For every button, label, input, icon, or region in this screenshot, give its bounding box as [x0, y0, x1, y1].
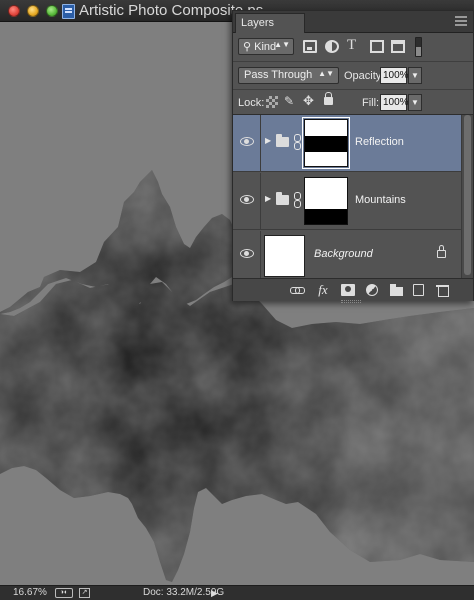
adjustment-icon[interactable]: [366, 284, 378, 296]
tab-layers-label: Layers: [241, 17, 275, 29]
close-window-button[interactable]: [8, 5, 20, 17]
layer-mask-thumbnail[interactable]: [302, 117, 350, 169]
status-menu-arrow-icon[interactable]: ▶: [211, 588, 218, 599]
visibility-eye-icon[interactable]: [240, 249, 254, 258]
layer-row-reflection[interactable]: ▶ Reflection: [233, 115, 461, 172]
opacity-label: Opacity:: [344, 70, 385, 82]
kind-filter-select[interactable]: ⚲ Kind ▲▼: [238, 38, 294, 55]
layer-name[interactable]: Background: [314, 248, 373, 260]
tab-layers[interactable]: Layers: [235, 13, 305, 33]
fill-input[interactable]: 100%: [380, 94, 409, 111]
panel-footer: fx: [233, 278, 473, 301]
visibility-eye-icon[interactable]: [240, 137, 254, 146]
lock-transparency-icon[interactable]: [266, 96, 278, 108]
zoom-window-button[interactable]: [46, 5, 58, 17]
blend-row: Pass Through ▲▼ Opacity: 100% ▼: [233, 62, 473, 90]
layers-panel: Layers ⚲ Kind ▲▼ T Pass Through ▲▼ Opaci…: [232, 10, 474, 303]
expand-group-triangle-icon[interactable]: ▶: [265, 136, 271, 145]
kind-filter-value: Kind: [254, 41, 277, 53]
type-layer-filter-icon[interactable]: T: [347, 37, 361, 53]
smart-object-filter-icon[interactable]: [391, 40, 405, 53]
proof-setup-icon[interactable]: ◑◐: [55, 588, 73, 598]
expand-group-triangle-icon[interactable]: ▶: [265, 194, 271, 203]
layer-lock-icon: [437, 245, 446, 258]
layer-mask-thumbnail[interactable]: [304, 177, 348, 225]
fill-slider-button[interactable]: ▼: [408, 94, 422, 111]
status-bar: 16.67% ◑◐ ↗ Doc: 33.2M/2.59G ▶: [0, 585, 474, 600]
panel-menu-icon[interactable]: [455, 16, 467, 26]
layer-row-background[interactable]: Background: [233, 231, 461, 278]
filter-row: ⚲ Kind ▲▼ T: [233, 34, 473, 62]
link-layers-icon[interactable]: [290, 284, 305, 296]
opacity-slider-button[interactable]: ▼: [408, 67, 422, 84]
layer-row-mountains[interactable]: ▶ Mountains: [233, 173, 461, 230]
mask-link-chain-icon[interactable]: [294, 134, 301, 150]
visibility-eye-icon[interactable]: [240, 195, 254, 204]
add-mask-icon[interactable]: [341, 284, 355, 296]
lock-label: Lock:: [238, 97, 265, 109]
panel-header: Layers: [233, 11, 473, 33]
filter-toggle-switch[interactable]: [415, 37, 422, 57]
layers-list: ▶ Reflection ▶ Mountains Background: [233, 115, 461, 278]
panel-resize-handle[interactable]: [341, 300, 361, 303]
minimize-window-button[interactable]: [27, 5, 39, 17]
layers-scrollbar[interactable]: [461, 115, 473, 278]
blend-mode-select[interactable]: Pass Through ▲▼: [238, 67, 339, 84]
updown-arrows-icon: ▲▼: [318, 69, 334, 78]
new-group-icon[interactable]: [390, 284, 404, 296]
psd-document-icon: [62, 4, 75, 19]
new-layer-icon[interactable]: [413, 284, 424, 296]
trash-icon[interactable]: [436, 284, 450, 297]
group-folder-icon: [276, 134, 289, 147]
opacity-input[interactable]: 100%: [380, 67, 409, 84]
share-icon[interactable]: ↗: [79, 588, 90, 598]
lock-row: Lock: ✎ ✥ Fill: 100% ▼: [233, 90, 473, 115]
fill-label: Fill:: [362, 97, 380, 109]
lock-position-move-icon[interactable]: ✥: [303, 93, 315, 108]
layer-name[interactable]: Mountains: [355, 194, 406, 206]
lock-all-icon[interactable]: [324, 92, 333, 105]
lock-pixels-brush-icon[interactable]: ✎: [284, 94, 296, 108]
shape-layer-filter-icon[interactable]: [370, 40, 384, 53]
layer-thumbnail[interactable]: [264, 235, 305, 277]
zoom-level[interactable]: 16.67%: [13, 587, 47, 598]
updown-arrows-icon: ▲▼: [274, 40, 290, 49]
group-folder-icon: [276, 192, 289, 205]
layer-name[interactable]: Reflection: [355, 136, 404, 148]
scrollbar-thumb[interactable]: [464, 115, 471, 275]
blend-mode-value: Pass Through: [244, 69, 313, 81]
pixel-layer-filter-icon[interactable]: [303, 40, 317, 53]
fx-icon[interactable]: fx: [316, 283, 330, 296]
search-icon: ⚲: [243, 41, 252, 53]
adjustment-layer-filter-icon[interactable]: [325, 40, 339, 53]
mask-link-chain-icon[interactable]: [294, 192, 301, 208]
